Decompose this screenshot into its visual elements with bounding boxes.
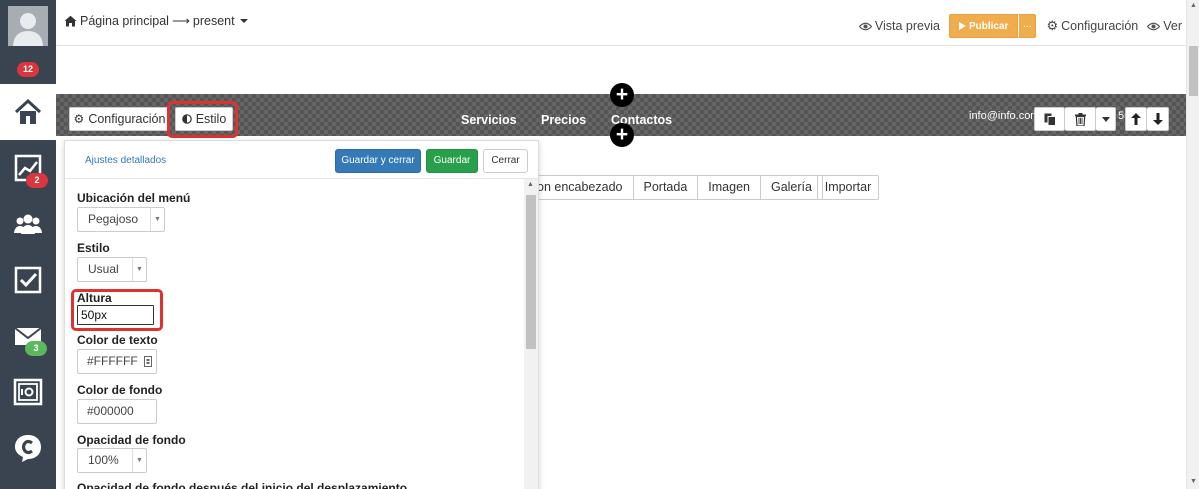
style-value: Usual — [88, 262, 119, 276]
preview-label: Vista previa — [874, 19, 940, 33]
mail-notification-badge: 3 — [25, 341, 47, 356]
left-sidebar: 12 2 3 — [0, 0, 56, 489]
tab-gallery[interactable]: Galería — [760, 175, 823, 200]
eye-icon — [1147, 22, 1161, 30]
bg-color-label: Color de fondo — [77, 383, 163, 397]
bg-opacity-scroll-label: Opacidad de fondo después del inicio del… — [77, 481, 408, 489]
eye-icon — [858, 22, 872, 30]
preview-link[interactable]: Vista previa — [858, 19, 940, 33]
c-logo-icon — [15, 435, 41, 462]
menu-location-select[interactable]: Pegajoso ▼ — [77, 207, 165, 232]
trash-icon — [1074, 112, 1086, 126]
block-more-dropdown[interactable] — [1096, 107, 1116, 131]
tab-no-header[interactable]: on encabezado — [530, 175, 634, 200]
checkbox-icon — [14, 266, 42, 294]
import-button[interactable]: Importar — [817, 175, 879, 200]
add-block-below-icon[interactable]: + — [610, 123, 634, 147]
caret-down-icon — [1101, 116, 1110, 122]
header-email: info@info.com — [969, 110, 1040, 122]
header-actions: Vista previa Publicar ... ⚙ Configuració… — [858, 14, 1182, 38]
panel-header: Ajustes detallados Guardar y cerrar Guar… — [65, 141, 538, 179]
editor-page: 12 2 3 Página principal ⟶ present Vista … — [0, 0, 1199, 489]
sidebar-item-safe[interactable] — [0, 364, 56, 420]
height-field-highlight — [71, 289, 163, 331]
home-icon — [14, 98, 42, 124]
menu-location-label: Ubicación del menú — [77, 191, 191, 205]
scroll-down-arrow-icon[interactable]: ▼ — [1190, 478, 1197, 485]
publish-button[interactable]: Publicar — [948, 14, 1019, 38]
bg-color-input[interactable]: #000000 — [77, 399, 157, 424]
arrow-down-icon — [1152, 113, 1163, 125]
sidebar-item-stats[interactable] — [0, 140, 56, 196]
sidebar-item-users[interactable] — [0, 196, 56, 252]
nav-link-prices[interactable]: Precios — [541, 113, 586, 127]
bg-opacity-label: Opacidad de fondo — [77, 433, 186, 447]
panel-scrollbar[interactable]: ▲ — [524, 179, 538, 489]
sidebar-item-tasks[interactable] — [0, 252, 56, 308]
delete-block-button[interactable] — [1065, 107, 1096, 131]
chevron-down-icon: ▼ — [132, 258, 146, 281]
publish-label: Publicar — [968, 20, 1009, 32]
move-down-button[interactable] — [1147, 107, 1169, 131]
top-header: Página principal ⟶ present Vista previa … — [56, 0, 1186, 46]
view-link[interactable]: Ver — [1147, 19, 1182, 33]
breadcrumb-home[interactable]: Página principal — [80, 14, 169, 28]
add-block-above-icon[interactable]: + — [610, 83, 634, 107]
chevron-down-icon: ▼ — [150, 208, 164, 231]
breadcrumb-arrow: ⟶ — [171, 14, 190, 28]
style-label: Estilo — [77, 241, 110, 255]
move-up-button[interactable] — [1125, 107, 1147, 131]
gear-icon: ⚙ — [73, 112, 85, 126]
arrow-up-icon — [1131, 113, 1141, 125]
block-type-tabs: on encabezado Portada Imagen Galería — [530, 175, 823, 200]
style-button-highlight — [167, 101, 238, 138]
close-button[interactable]: Cerrar — [483, 149, 528, 173]
color-picker-icon[interactable] — [144, 356, 152, 367]
scroll-up-arrow-icon[interactable]: ▲ — [1190, 2, 1197, 9]
breadcrumb-current[interactable]: present — [193, 14, 235, 28]
panel-scroll-thumb[interactable] — [526, 195, 536, 349]
sidebar-item-home[interactable] — [0, 84, 56, 140]
gear-icon: ⚙ — [1046, 18, 1059, 33]
nav-link-services[interactable]: Servicios — [461, 113, 517, 127]
home-icon — [64, 15, 77, 26]
copy-icon — [1044, 113, 1056, 126]
page-scroll-thumb[interactable] — [1189, 46, 1198, 96]
text-color-value: #FFFFFF — [87, 354, 138, 368]
caret-down-icon[interactable] — [239, 18, 248, 24]
copy-block-button[interactable] — [1034, 107, 1065, 131]
stats-notification-badge: 2 — [26, 173, 48, 188]
publish-more-button[interactable]: ... — [1018, 14, 1037, 38]
save-button[interactable]: Guardar — [426, 149, 478, 173]
safe-icon — [13, 378, 43, 406]
breadcrumb[interactable]: Página principal ⟶ present — [64, 13, 248, 28]
bg-opacity-value: 100% — [88, 453, 119, 467]
sidebar-item-mail[interactable] — [0, 308, 56, 364]
profile-notification-badge: 12 — [17, 62, 39, 77]
tab-cover[interactable]: Portada — [633, 175, 699, 200]
user-avatar-icon[interactable] — [8, 6, 48, 46]
tab-image[interactable]: Imagen — [698, 175, 761, 200]
users-icon — [14, 214, 42, 234]
text-color-input[interactable]: #FFFFFF — [77, 349, 157, 374]
block-config-label: Configuración — [88, 112, 166, 126]
chevron-down-icon: ▼ — [132, 449, 146, 472]
advanced-settings-link[interactable]: Ajustes detallados — [85, 155, 166, 166]
save-and-close-button[interactable]: Guardar y cerrar — [335, 149, 421, 173]
text-color-label: Color de texto — [77, 333, 158, 347]
block-config-button[interactable]: ⚙ Configuración — [69, 107, 170, 131]
style-select[interactable]: Usual ▼ — [77, 257, 147, 282]
menu-location-value: Pegajoso — [88, 212, 139, 226]
view-label: Ver — [1163, 19, 1182, 33]
play-icon — [958, 22, 966, 30]
page-scrollbar[interactable]: ▲ ▼ — [1186, 0, 1199, 489]
sidebar-item-brand[interactable] — [0, 420, 56, 476]
settings-link[interactable]: ⚙ Configuración — [1046, 18, 1138, 34]
style-settings-panel: Ajustes detallados Guardar y cerrar Guar… — [64, 140, 539, 489]
bg-opacity-select[interactable]: 100% ▼ — [77, 448, 147, 473]
settings-label: Configuración — [1061, 19, 1139, 33]
panel-scroll-up-icon[interactable]: ▲ — [527, 181, 534, 188]
